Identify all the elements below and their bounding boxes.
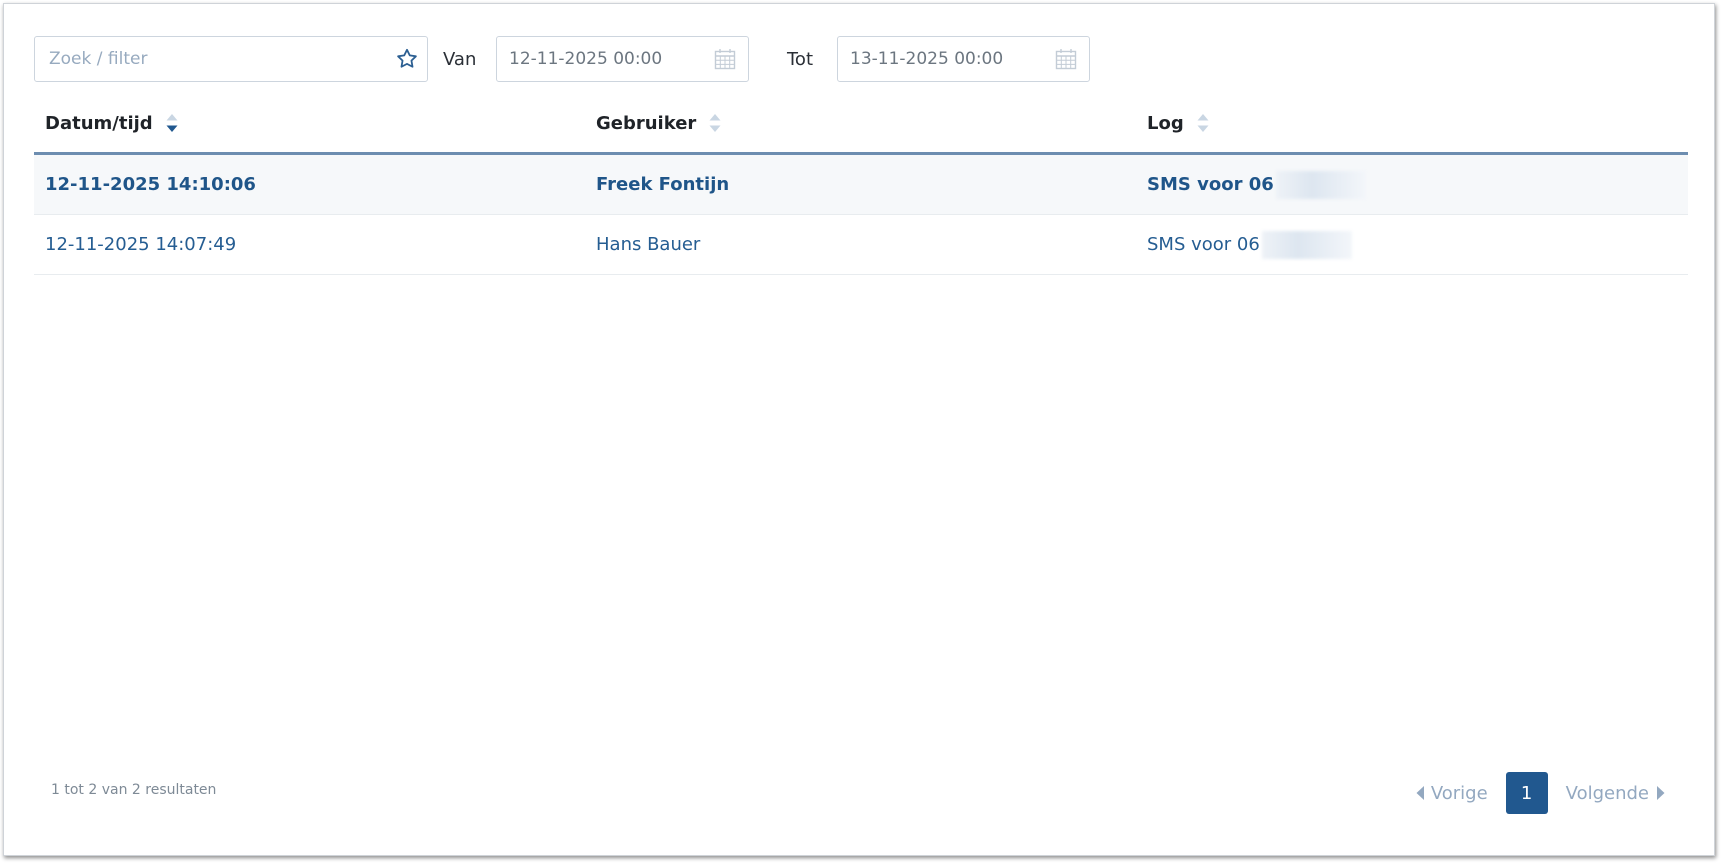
search-input[interactable]: [35, 37, 389, 81]
result-count: 1 tot 2 van 2 resultaten: [51, 782, 217, 798]
log-table: Datum/tijd Gebruiker Log 12-11-2025 14:1…: [34, 94, 1688, 275]
column-header-label: Datum/tijd: [45, 112, 153, 134]
cell-log[interactable]: SMS voor 06: [1136, 170, 1688, 199]
sort-icon: [709, 114, 721, 132]
column-header-label: Gebruiker: [596, 112, 697, 134]
next-page-button[interactable]: Volgende: [1566, 783, 1666, 804]
cell-datetime[interactable]: 12-11-2025 14:10:06: [34, 174, 585, 195]
cell-log-text: SMS voor 06: [1147, 234, 1260, 255]
redacted-phone-number: [1275, 170, 1366, 199]
previous-page-button[interactable]: Vorige: [1415, 783, 1488, 804]
column-header-user[interactable]: Gebruiker: [585, 112, 1136, 134]
from-date-input[interactable]: [497, 37, 709, 81]
cell-log[interactable]: SMS voor 06: [1136, 230, 1688, 259]
search-field[interactable]: [34, 36, 428, 82]
calendar-icon[interactable]: [714, 48, 736, 70]
redacted-phone-number: [1261, 230, 1352, 259]
sort-descending-icon: [166, 114, 178, 132]
cell-user[interactable]: Freek Fontijn: [585, 174, 1136, 195]
column-header-label: Log: [1147, 112, 1184, 134]
cell-log-text: SMS voor 06: [1147, 174, 1274, 195]
audit-log-panel: Van Tot: [3, 3, 1715, 856]
from-date-field[interactable]: [496, 36, 749, 82]
next-page-label: Volgende: [1565, 782, 1649, 804]
caret-left-icon: [1416, 786, 1424, 800]
caret-right-icon: [1657, 786, 1665, 800]
cell-user[interactable]: Hans Bauer: [585, 234, 1136, 255]
table-row[interactable]: 12-11-2025 14:10:06 Freek Fontijn SMS vo…: [34, 155, 1688, 215]
column-header-datetime[interactable]: Datum/tijd: [34, 112, 585, 134]
calendar-icon[interactable]: [1055, 48, 1077, 70]
sort-icon: [1197, 114, 1209, 132]
table-row[interactable]: 12-11-2025 14:07:49 Hans Bauer SMS voor …: [34, 215, 1688, 275]
table-header: Datum/tijd Gebruiker Log: [34, 94, 1688, 155]
page-1-button[interactable]: 1: [1505, 772, 1548, 814]
cell-datetime[interactable]: 12-11-2025 14:07:49: [34, 234, 585, 255]
previous-page-label: Vorige: [1430, 782, 1488, 804]
pagination: Vorige 1 Volgende: [1415, 771, 1666, 815]
column-header-log[interactable]: Log: [1136, 112, 1688, 134]
to-date-input[interactable]: [838, 37, 1050, 81]
to-label: Tot: [787, 48, 814, 70]
from-label: Van: [443, 48, 477, 70]
star-icon[interactable]: [395, 47, 419, 71]
to-date-field[interactable]: [837, 36, 1090, 82]
filter-bar: Van Tot: [34, 35, 1090, 83]
